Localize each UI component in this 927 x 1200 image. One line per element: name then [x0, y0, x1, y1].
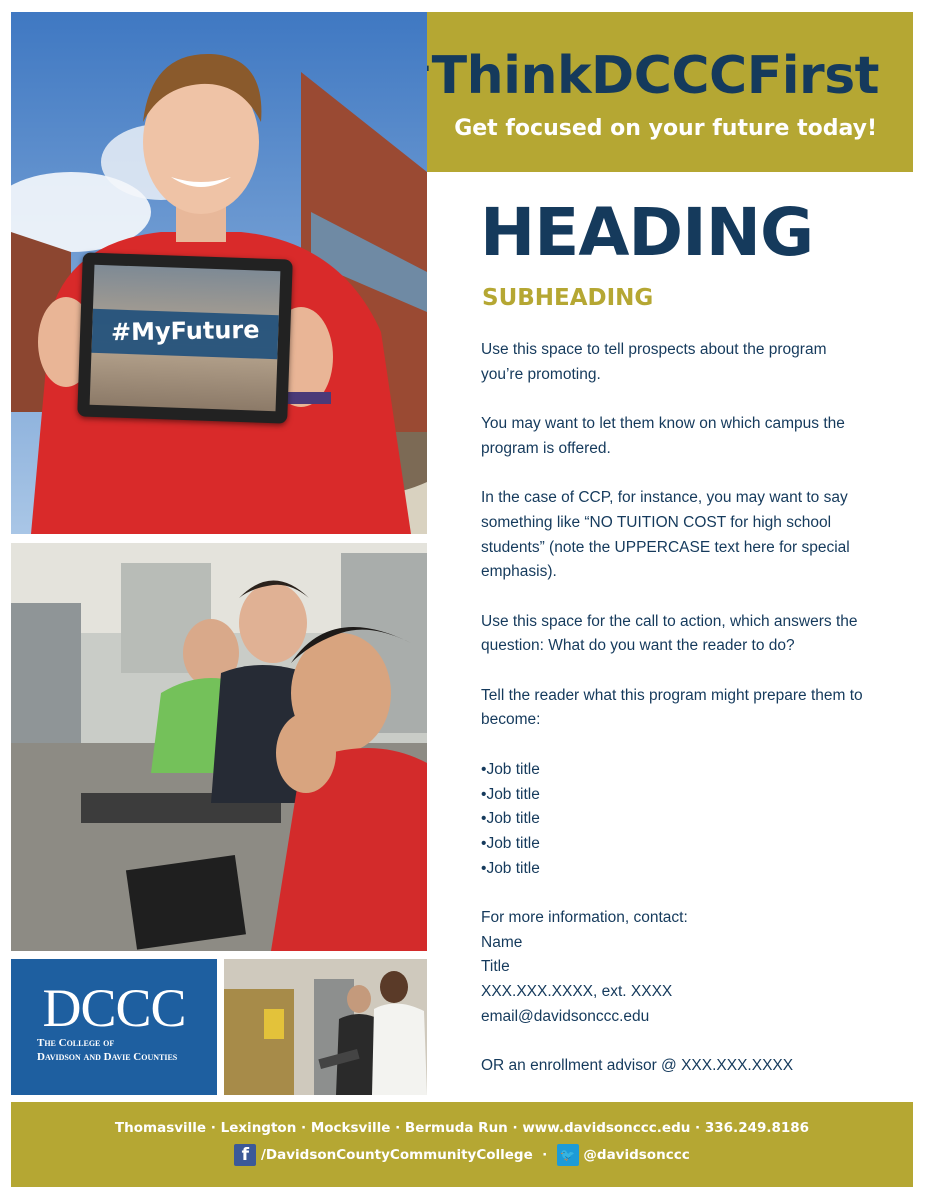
job-title-item: Job title: [481, 807, 871, 832]
tagline: Get focused on your future today!: [454, 116, 877, 141]
logo-subtitle-line2: Davidson and Davie Counties: [37, 1051, 178, 1063]
logo-wordmark: DCCC: [42, 978, 186, 1038]
footer-social: f /DavidsonCountyCommunityCollege · 🐦 @d…: [11, 1144, 913, 1166]
advisor-line: OR an enrollment advisor @ XXX.XXX.XXXX: [481, 1057, 794, 1075]
myfuture-tag: #MyFuture: [110, 315, 260, 347]
main-heading: HEADING: [480, 194, 814, 271]
job-title-item: Job title: [481, 758, 871, 783]
student-tablet-photo: #MyFuture: [11, 12, 427, 534]
body-copy: Use this space to tell prospects about t…: [481, 338, 871, 1104]
computer-lab-photo: [11, 543, 427, 951]
contact-intro: For more information, contact:: [481, 909, 688, 927]
facebook-handle[interactable]: /DavidsonCountyCommunityCollege: [261, 1147, 533, 1163]
job-title-list: Job title Job title Job title Job title …: [481, 758, 871, 882]
contact-phone: XXX.XXX.XXXX, ext. XXXX: [481, 983, 673, 1001]
logo-subtitle-line1: The College of: [37, 1037, 115, 1049]
contact-email[interactable]: email@davidsonccc.edu: [481, 1005, 871, 1030]
paragraph-call-to-action: Use this space for the call to action, w…: [481, 612, 858, 655]
facebook-icon[interactable]: f: [234, 1144, 257, 1166]
footer-separator: ·: [542, 1147, 548, 1163]
paragraph-program: Use this space to tell prospects about t…: [481, 341, 827, 383]
paragraph-ccp: In the case of CCP, for instance, you ma…: [481, 489, 850, 581]
job-title-item: Job title: [481, 783, 871, 808]
shop-instructor-photo: [224, 959, 427, 1095]
tablet-device: #MyFuture: [77, 252, 293, 424]
paragraph-campus: You may want to let them know on which c…: [481, 415, 845, 457]
paragraph-careers: Tell the reader what this program might …: [481, 686, 863, 729]
tablet-screen: #MyFuture: [89, 264, 281, 412]
twitter-handle[interactable]: @davidsonccc: [583, 1147, 689, 1163]
job-title-item: Job title: [481, 857, 871, 882]
twitter-icon[interactable]: 🐦: [556, 1144, 579, 1166]
contact-name: Name: [481, 933, 523, 951]
hashtag-title: #ThinkDCCCFirst: [388, 46, 880, 106]
subheading: SUBHEADING: [482, 285, 654, 311]
job-title-item: Job title: [481, 832, 871, 857]
footer-bar: Thomasville · Lexington · Mocksville · B…: [11, 1102, 913, 1187]
college-logo: DCCC The College of Davidson and Davie C…: [11, 959, 217, 1095]
contact-block: For more information, contact: Name Titl…: [481, 906, 871, 1030]
footer-locations: Thomasville · Lexington · Mocksville · B…: [114, 1120, 810, 1136]
contact-title: Title: [481, 958, 510, 976]
